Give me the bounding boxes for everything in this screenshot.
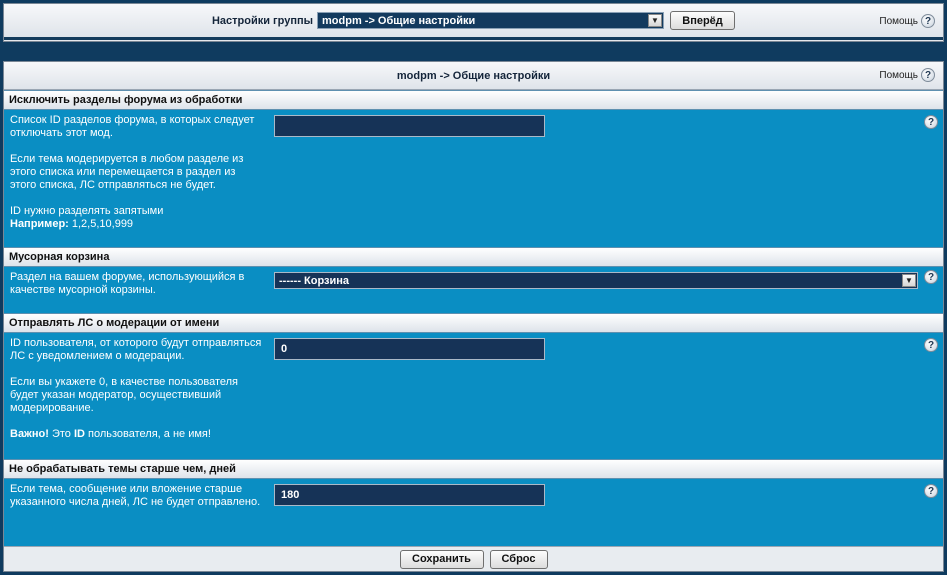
- setting-row-trash-bin: Раздел на вашем форуме, использующийся в…: [4, 267, 943, 313]
- chevron-down-icon[interactable]: ▼: [902, 274, 916, 287]
- section-header-sender: Отправлять ЛС о модерации от имени: [4, 313, 943, 333]
- description-text: Если тема, сообщение или вложение старше…: [10, 483, 261, 508]
- trash-bin-select[interactable]: ------ Корзина ▼: [274, 272, 918, 289]
- description-text: Раздел на вашем форуме, использующийся в…: [10, 271, 245, 296]
- panel-header: modpm -> Общие настройки Помощь ?: [4, 62, 943, 90]
- settings-panel: modpm -> Общие настройки Помощь ? Исключ…: [3, 61, 944, 572]
- setting-row-age-limit: Если тема, сообщение или вложение старше…: [4, 479, 943, 525]
- form-footer: Сохранить Сброс: [4, 546, 943, 571]
- group-settings-label: Настройки группы: [211, 14, 314, 27]
- setting-description: Список ID разделов форума, в которых сле…: [10, 114, 264, 231]
- save-button[interactable]: Сохранить: [399, 549, 484, 569]
- important-label: Важно!: [10, 428, 49, 440]
- description-text: Если тема модерируется в любом разделе и…: [10, 153, 244, 191]
- panel-title: modpm -> Общие настройки: [396, 69, 551, 82]
- help-icon[interactable]: ?: [921, 68, 935, 82]
- group-settings-select[interactable]: modpm -> Общие настройки ▼: [317, 12, 665, 29]
- group-settings-bar: Настройки группы modpm -> Общие настройк…: [3, 3, 944, 42]
- description-text: Список ID разделов форума, в которых сле…: [10, 114, 255, 139]
- description-text: ID пользователя, от которого будут отпра…: [10, 337, 262, 362]
- chevron-down-icon[interactable]: ▼: [648, 14, 663, 27]
- description-text: Это: [48, 428, 74, 440]
- group-settings-form: Настройки группы modpm -> Общие настройк…: [4, 4, 943, 40]
- reset-button[interactable]: Сброс: [489, 549, 548, 569]
- panel-help-label[interactable]: Помощь: [879, 70, 918, 81]
- description-text: Если вы укажете 0, в качестве пользовате…: [10, 376, 239, 414]
- setting-description: Если тема, сообщение или вложение старше…: [10, 483, 264, 509]
- help-icon[interactable]: ?: [921, 14, 935, 28]
- setting-row-sender: ID пользователя, от которого будут отпра…: [4, 333, 943, 459]
- description-text: ID: [73, 428, 85, 440]
- section-header-age-limit: Не обрабатывать темы старше чем, дней: [4, 459, 943, 479]
- top-help-label[interactable]: Помощь: [879, 16, 918, 27]
- description-text: пользователя, а не имя!: [84, 428, 211, 440]
- sender-id-input[interactable]: 0: [274, 338, 545, 360]
- panel-help-link[interactable]: Помощь ?: [879, 68, 935, 82]
- help-icon[interactable]: ?: [924, 270, 938, 284]
- description-text: ID нужно разделять запятыми Например: 1,…: [10, 205, 264, 231]
- setting-row-excluded-forums: Список ID разделов форума, в которых сле…: [4, 110, 943, 247]
- section-header-trash-bin: Мусорная корзина: [4, 247, 943, 267]
- forward-button[interactable]: Вперёд: [670, 11, 736, 30]
- excluded-forums-input[interactable]: [274, 115, 545, 137]
- setting-description: ID пользователя, от которого будут отпра…: [10, 337, 264, 441]
- group-settings-select-value: modpm -> Общие настройки: [322, 14, 476, 27]
- age-limit-input[interactable]: 180: [274, 484, 545, 506]
- top-help-link[interactable]: Помощь ?: [879, 14, 935, 28]
- setting-description: Раздел на вашем форуме, использующийся в…: [10, 271, 264, 297]
- example-value: 1,2,5,10,999: [68, 218, 134, 230]
- trash-bin-select-value: ------ Корзина: [279, 274, 350, 287]
- example-label: Например:: [10, 218, 69, 230]
- important-note: Важно! Это ID пользователя, а не имя!: [10, 428, 264, 441]
- section-header-excluded-forums: Исключить разделы форума из обработки: [4, 90, 943, 110]
- help-icon[interactable]: ?: [924, 338, 938, 352]
- help-icon[interactable]: ?: [924, 115, 938, 129]
- description-text: ID нужно разделять запятыми: [10, 205, 164, 217]
- help-icon[interactable]: ?: [924, 484, 938, 498]
